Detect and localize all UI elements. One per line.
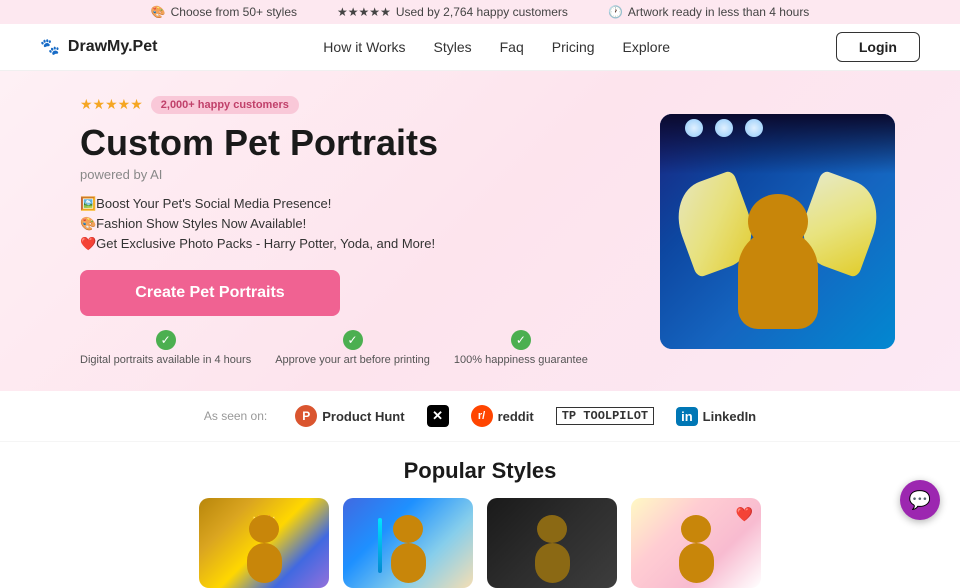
hero-image: [660, 114, 895, 349]
hero-content: ★★★★★ 2,000+ happy customers Custom Pet …: [80, 96, 630, 366]
style-card-cute[interactable]: ❤️: [631, 498, 761, 588]
reddit-label: reddit: [498, 409, 534, 424]
brand-producthunt: P Product Hunt: [295, 405, 404, 427]
banner-item-customers: ★★★★★ Used by 2,764 happy customers: [337, 5, 568, 19]
linkedin-icon: in: [676, 407, 698, 426]
top-banner: 🎨 Choose from 50+ styles ★★★★★ Used by 2…: [0, 0, 960, 24]
style-card-dark[interactable]: [487, 498, 617, 588]
banner-text-customers: Used by 2,764 happy customers: [396, 5, 568, 19]
style-card-jedi[interactable]: [343, 498, 473, 588]
toolpilot-label: TP TOOLPILOT: [556, 407, 654, 425]
chat-icon: 💬: [909, 490, 931, 511]
stars: ★★★★★: [80, 96, 143, 113]
brand-reddit: r/ reddit: [471, 405, 534, 427]
palette-icon: 🎨: [151, 5, 166, 19]
light-1: [685, 119, 703, 137]
feature-1: 🖼️Boost Your Pet's Social Media Presence…: [80, 196, 630, 212]
check-item-3: ✓ 100% happiness guarantee: [454, 330, 588, 366]
ph-icon: P: [295, 405, 317, 427]
check-label-2: Approve your art before printing: [275, 354, 430, 366]
popular-styles-section: Popular Styles 👑 ❤️: [0, 442, 960, 588]
hearts-icon: ❤️: [736, 506, 753, 523]
nav-explore[interactable]: Explore: [623, 39, 670, 55]
check-label-1: Digital portraits available in 4 hours: [80, 354, 251, 366]
dog-body-2: [391, 543, 426, 583]
card-dog-4: [671, 520, 721, 580]
light-3: [745, 119, 763, 137]
dog-head-1: [249, 515, 279, 543]
brand-x: ✕: [427, 405, 449, 427]
chat-bubble[interactable]: 💬: [900, 480, 940, 520]
check-label-3: 100% happiness guarantee: [454, 354, 588, 366]
dog-illustration: [660, 114, 895, 349]
hero-features: 🖼️Boost Your Pet's Social Media Presence…: [80, 196, 630, 252]
brand-logos: P Product Hunt ✕ r/ reddit TP TOOLPILOT …: [295, 405, 756, 427]
create-portraits-button[interactable]: Create Pet Portraits: [80, 270, 340, 316]
dog-head-4: [681, 515, 711, 543]
dog-body-1: [247, 543, 282, 583]
check-icon-1: ✓: [156, 330, 176, 350]
nav-styles[interactable]: Styles: [434, 39, 472, 55]
nav-pricing[interactable]: Pricing: [552, 39, 595, 55]
login-button[interactable]: Login: [836, 32, 920, 62]
stage-lights: [660, 114, 895, 174]
style-card-royal[interactable]: 👑: [199, 498, 329, 588]
brand-toolpilot: TP TOOLPILOT: [556, 407, 654, 425]
as-seen-on-section: As seen on: P Product Hunt ✕ r/ reddit T…: [0, 391, 960, 442]
feature-2: 🎨Fashion Show Styles Now Available!: [80, 216, 630, 232]
brand-linkedin: in LinkedIn: [676, 407, 756, 426]
logo-icon: 🐾: [40, 37, 60, 57]
nav-links: How it Works Styles Faq Pricing Explore: [323, 39, 670, 55]
banner-item-styles: 🎨 Choose from 50+ styles: [151, 5, 297, 19]
check-item-2: ✓ Approve your art before printing: [275, 330, 430, 366]
style-grid: 👑 ❤️: [40, 498, 920, 588]
banner-text-time: Artwork ready in less than 4 hours: [628, 5, 809, 19]
hero-title: Custom Pet Portraits: [80, 122, 630, 163]
customer-badge: 2,000+ happy customers: [151, 96, 299, 114]
clock-icon: 🕐: [608, 5, 623, 19]
card-dog-3: [527, 520, 577, 580]
navbar: 🐾 DrawMy.Pet How it Works Styles Faq Pri…: [0, 24, 960, 71]
star-icon: ★★★★★: [337, 5, 391, 19]
x-icon: ✕: [427, 405, 449, 427]
as-seen-label: As seen on:: [204, 409, 267, 423]
reddit-icon: r/: [471, 405, 493, 427]
check-item-1: ✓ Digital portraits available in 4 hours: [80, 330, 251, 366]
stars-badge: ★★★★★ 2,000+ happy customers: [80, 96, 630, 114]
check-icon-2: ✓: [343, 330, 363, 350]
banner-item-time: 🕐 Artwork ready in less than 4 hours: [608, 5, 809, 19]
dog-head-2: [393, 515, 423, 543]
check-icon-3: ✓: [511, 330, 531, 350]
linkedin-label: LinkedIn: [703, 409, 756, 424]
nav-faq[interactable]: Faq: [500, 39, 524, 55]
nav-how-it-works[interactable]: How it Works: [323, 39, 405, 55]
card-dog-1: [239, 520, 289, 580]
hero-subtitle: powered by AI: [80, 167, 630, 182]
ph-label: Product Hunt: [322, 409, 404, 424]
dog-head-3: [537, 515, 567, 543]
logo[interactable]: 🐾 DrawMy.Pet: [40, 37, 157, 57]
feature-3: ❤️Get Exclusive Photo Packs - Harry Pott…: [80, 236, 630, 252]
nav-right: Login: [836, 32, 920, 62]
checkmarks: ✓ Digital portraits available in 4 hours…: [80, 330, 630, 366]
dog-body-4: [679, 543, 714, 583]
popular-styles-title: Popular Styles: [40, 458, 920, 484]
lightsaber-icon: [378, 518, 382, 573]
hero-section: ★★★★★ 2,000+ happy customers Custom Pet …: [0, 71, 960, 391]
light-2: [715, 119, 733, 137]
hero-image-area: [660, 114, 900, 349]
banner-text-styles: Choose from 50+ styles: [171, 5, 297, 19]
logo-text: DrawMy.Pet: [68, 38, 158, 56]
dog-body-3: [535, 543, 570, 583]
dog-body: [738, 229, 818, 329]
card-dog-2: [383, 520, 433, 580]
